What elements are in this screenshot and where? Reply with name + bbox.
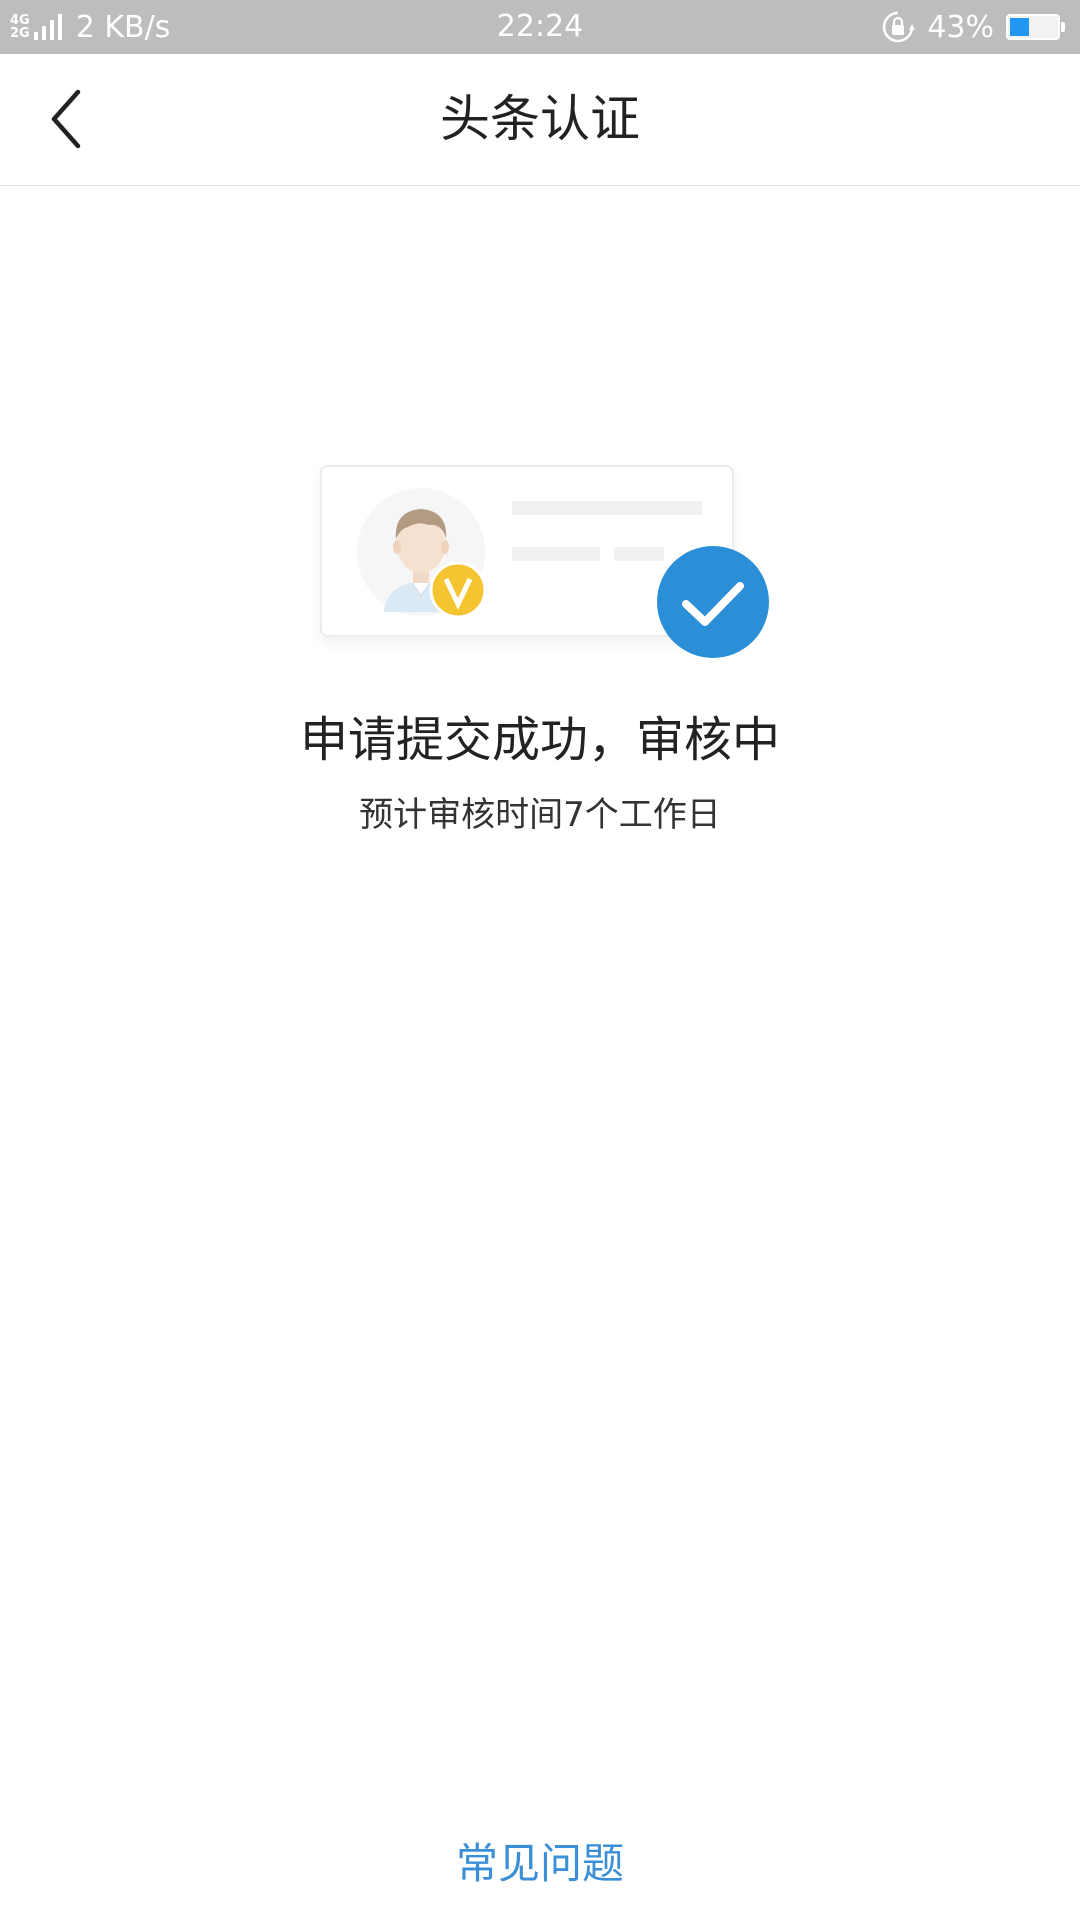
- placeholder-line: [512, 501, 702, 515]
- page-title: 头条认证: [440, 90, 640, 148]
- verified-v-badge: [429, 561, 487, 619]
- submission-status-title: 申请提交成功，审核中: [299, 712, 780, 768]
- app-header: 头条认证: [0, 54, 1080, 186]
- status-bar: 4G 2G 2 KB/s 22:24 43%: [0, 0, 1080, 54]
- check-circle-icon: [657, 546, 769, 658]
- battery-percent: 43%: [927, 9, 994, 45]
- rotation-lock-icon: [883, 11, 916, 43]
- faq-link[interactable]: 常见问题: [0, 1830, 1080, 1891]
- verification-illustration: [310, 455, 780, 675]
- placeholder-line: [512, 547, 600, 561]
- status-right: 43%: [881, 0, 1065, 54]
- review-time-note: 预计审核时间7个工作日: [359, 795, 721, 835]
- battery-fill: [1010, 18, 1029, 36]
- battery-icon: [1006, 14, 1065, 40]
